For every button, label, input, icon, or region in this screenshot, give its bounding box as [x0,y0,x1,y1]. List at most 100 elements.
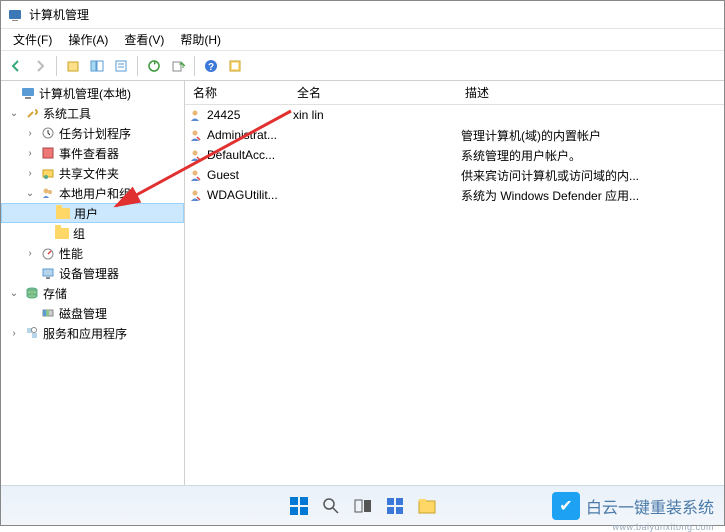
list-row[interactable]: Guest 供来宾访问计算机或访问域的内... [185,165,724,185]
tree-label: 组 [73,225,85,242]
tree-event-viewer[interactable]: › 事件查看器 [1,143,184,163]
list-row[interactable]: 24425 xin lin [185,105,724,125]
show-hide-tree-button[interactable] [86,55,108,77]
search-icon[interactable] [319,494,343,518]
tree-label: 本地用户和组 [59,185,131,202]
user-icon [187,187,203,203]
tree-label: 系统工具 [43,105,91,122]
menu-bar: 文件(F) 操作(A) 查看(V) 帮助(H) [1,29,724,51]
collapse-icon[interactable]: ⌄ [23,186,37,200]
menu-help[interactable]: 帮助(H) [172,29,229,50]
widgets-icon[interactable] [383,494,407,518]
tree-users[interactable]: 用户 [1,203,184,223]
start-button[interactable] [287,494,311,518]
clock-icon [40,125,56,141]
column-name[interactable]: 名称 [185,81,289,104]
storage-icon [24,285,40,301]
cell-name: WDAGUtilit... [203,188,289,202]
tree-label: 服务和应用程序 [43,325,127,342]
shared-folder-icon [40,165,56,181]
cell-name: Administrat... [203,128,289,142]
folder-icon [54,225,70,241]
tree-label: 性能 [59,245,83,262]
expand-icon[interactable]: › [23,126,37,140]
watermark-text: 白云一键重装系统 [586,494,714,518]
tree-label: 计算机管理(本地) [39,85,131,102]
back-button[interactable] [5,55,27,77]
user-icon [187,167,203,183]
menu-view[interactable]: 查看(V) [116,29,172,50]
tree-shared-folders[interactable]: › 共享文件夹 [1,163,184,183]
performance-icon [40,245,56,261]
tree-storage[interactable]: ⌄ 存储 [1,283,184,303]
event-icon [40,145,56,161]
explorer-icon[interactable] [415,494,439,518]
list-row[interactable]: Administrat... 管理计算机(域)的内置帐户 [185,125,724,145]
cell-description: 供来宾访问计算机或访问域的内... [457,167,724,184]
device-icon [40,265,56,281]
collapse-icon[interactable]: ⌄ [7,106,21,120]
expand-icon[interactable]: › [7,326,21,340]
tree-device-manager[interactable]: 设备管理器 [1,263,184,283]
cell-name: DefaultAcc... [203,148,289,162]
window-title: 计算机管理 [29,6,89,23]
title-bar: 计算机管理 [1,1,724,29]
list-row[interactable]: WDAGUtilit... 系统为 Windows Defender 应用... [185,185,724,205]
list-body[interactable]: 24425 xin lin Administrat... 管理计算机(域)的内置… [185,105,724,485]
svg-text:?: ? [208,62,214,73]
tree-groups[interactable]: 组 [1,223,184,243]
export-button[interactable] [167,55,189,77]
tree-panel[interactable]: 计算机管理(本地) ⌄ 系统工具 › 任务计划程序 › 事件查看器 › 共享文件… [1,81,185,485]
properties-button[interactable] [110,55,132,77]
watermark: ✔ 白云一键重装系统 www.baiyunxitong.com [552,492,714,520]
menu-action[interactable]: 操作(A) [60,29,116,50]
refresh-button[interactable] [143,55,165,77]
up-button[interactable] [62,55,84,77]
tree-label: 设备管理器 [59,265,119,282]
services-icon [24,325,40,341]
tree-label: 用户 [74,205,98,222]
column-description[interactable]: 描述 [457,81,724,104]
tree-root[interactable]: 计算机管理(本地) [1,83,184,103]
user-icon [187,147,203,163]
disk-icon [40,305,56,321]
expand-icon[interactable]: › [23,146,37,160]
cell-name: Guest [203,168,289,182]
help-button[interactable]: ? [200,55,222,77]
tree-local-users[interactable]: ⌄ 本地用户和组 [1,183,184,203]
tree-system-tools[interactable]: ⌄ 系统工具 [1,103,184,123]
task-view-icon[interactable] [351,494,375,518]
tree-label: 磁盘管理 [59,305,107,322]
cell-description: 系统管理的用户帐户。 [457,147,724,164]
list-row[interactable]: DefaultAcc... 系统管理的用户帐户。 [185,145,724,165]
tree-services-apps[interactable]: › 服务和应用程序 [1,323,184,343]
watermark-url: www.baiyunxitong.com [612,522,714,532]
tree-disk-management[interactable]: 磁盘管理 [1,303,184,323]
toolbar-separator [56,56,57,76]
tools-icon [24,105,40,121]
toolbar-extra-button[interactable] [224,55,246,77]
expand-icon[interactable] [3,86,17,100]
computer-icon [20,85,36,101]
menu-file[interactable]: 文件(F) [5,29,60,50]
bird-icon: ✔ [552,492,580,520]
list-header: 名称 全名 描述 [185,81,724,105]
column-fullname[interactable]: 全名 [289,81,457,104]
cell-fullname: xin lin [289,108,457,122]
user-icon [187,127,203,143]
expand-icon[interactable]: › [23,166,37,180]
tree-label: 共享文件夹 [59,165,119,182]
tree-label: 存储 [43,285,67,302]
folder-icon [55,205,71,221]
user-icon [187,107,203,123]
expand-icon[interactable]: › [23,246,37,260]
content-area: 计算机管理(本地) ⌄ 系统工具 › 任务计划程序 › 事件查看器 › 共享文件… [1,81,724,485]
toolbar-separator [194,56,195,76]
collapse-icon[interactable]: ⌄ [7,286,21,300]
forward-button[interactable] [29,55,51,77]
list-panel: 名称 全名 描述 24425 xin lin Administrat... 管理… [185,81,724,485]
toolbar: ? [1,51,724,81]
tree-performance[interactable]: › 性能 [1,243,184,263]
tree-task-scheduler[interactable]: › 任务计划程序 [1,123,184,143]
cell-description: 系统为 Windows Defender 应用... [457,187,724,204]
